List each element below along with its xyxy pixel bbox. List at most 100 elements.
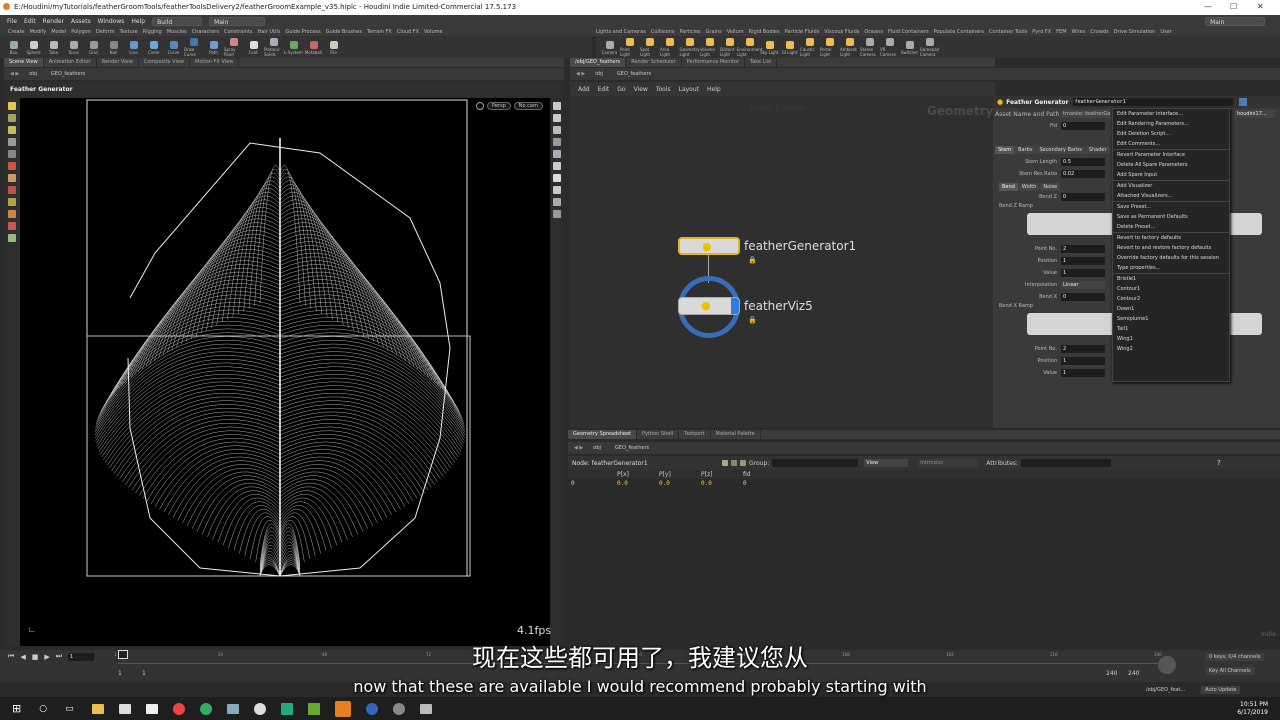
shelf-tool[interactable]: Spot Light — [640, 37, 659, 57]
interp-select[interactable]: Linear — [1061, 281, 1105, 289]
tab-animation-editor[interactable]: Animation Editor — [44, 58, 97, 67]
render-region-icon[interactable] — [8, 234, 16, 242]
key-icon[interactable] — [1158, 656, 1176, 674]
shelf-tool[interactable]: Line — [124, 40, 143, 55]
shelf-tab-right[interactable]: Particles — [679, 29, 700, 35]
end-frame-2[interactable]: 240 — [1128, 670, 1139, 677]
shelf-tool[interactable]: Grid — [84, 40, 103, 55]
network-menu-view[interactable]: View — [634, 86, 648, 93]
desktop-main-select[interactable]: Main — [209, 16, 266, 26]
shelf-tool[interactable]: L-System — [284, 40, 303, 55]
camera-menu[interactable]: No cam — [513, 102, 543, 110]
menu-assets[interactable]: Assets — [71, 18, 91, 25]
shelf-tool[interactable]: Torus — [64, 40, 83, 55]
handle-tool-icon[interactable] — [8, 126, 16, 134]
shelf-tool[interactable]: Metaball — [304, 40, 323, 55]
shelf-tab-right[interactable]: Fluid Containers — [888, 29, 929, 35]
shelf-tool[interactable]: Geometry Light — [680, 37, 699, 57]
shelf-tool[interactable]: Caustic Light — [800, 37, 819, 57]
tab-performance-monitor[interactable]: Performance Monitor — [682, 58, 745, 67]
transform-tool-icon[interactable] — [8, 114, 16, 122]
menu-help[interactable]: Help — [131, 18, 145, 25]
asset-version-field[interactable]: houdini17... — [1235, 110, 1275, 118]
context-menu-item[interactable]: Tail1 — [1113, 324, 1229, 334]
shelf-tool[interactable]: Sphere — [24, 40, 43, 55]
shelf-tab-left[interactable]: Model — [51, 29, 66, 35]
play-icon[interactable]: ▶ — [44, 653, 49, 661]
node-lock-icon[interactable]: 🔒 — [748, 316, 757, 324]
network-menu-tools[interactable]: Tools — [656, 86, 671, 93]
path-obj[interactable]: obj — [29, 71, 37, 77]
shelf-tool[interactable]: Spray Paint — [224, 37, 243, 57]
value-field[interactable]: 1 — [1061, 269, 1105, 277]
desktop-right-select[interactable]: Main — [1205, 16, 1266, 26]
current-frame-field[interactable]: 1 — [68, 652, 95, 661]
shelf-tool[interactable]: Circle — [144, 40, 163, 55]
tab-motion-fx-view[interactable]: Motion FX View — [190, 58, 240, 67]
context-menu-item[interactable]: Edit Comments... — [1113, 139, 1229, 149]
tab-secondary-barbs[interactable]: Secondary Barbs — [1036, 146, 1085, 154]
shelf-tool[interactable]: Null — [104, 40, 123, 55]
tab-barbs[interactable]: Barbs — [1015, 146, 1036, 154]
context-menu-item[interactable]: Save Preset... — [1113, 202, 1229, 212]
tab-render-scheduler[interactable]: Render Scheduler — [626, 58, 682, 67]
tab-bend[interactable]: Bend — [999, 183, 1018, 191]
wireframe-icon[interactable] — [553, 138, 561, 146]
shelf-tab-left[interactable]: Guide Brushes — [326, 29, 362, 35]
network-menu-go[interactable]: Go — [617, 86, 625, 93]
pointno2-field[interactable]: 2 — [1061, 345, 1105, 353]
spreadsheet-column-header[interactable]: P[z] — [698, 471, 740, 478]
shelf-tab-left[interactable]: Create — [8, 29, 25, 35]
shelf-tool[interactable]: Sky Light — [760, 40, 779, 55]
shelf-tool[interactable]: Area Light — [660, 37, 679, 57]
shelf-tab-right[interactable]: Oceans — [864, 29, 883, 35]
context-menu-item[interactable]: Type properties... — [1113, 263, 1229, 273]
rotate-tool-icon[interactable] — [8, 174, 16, 182]
shelf-tab-right[interactable]: Pyro FX — [1032, 29, 1051, 35]
network-back-icon[interactable]: ◀ ▶ — [576, 71, 585, 77]
shelf-tab-left[interactable]: Cloud FX — [397, 29, 419, 35]
group-field[interactable] — [772, 459, 859, 467]
view-tool-icon[interactable] — [8, 150, 16, 158]
shelf-tool[interactable]: Platonic Solids — [264, 37, 283, 57]
node-lock-icon[interactable]: 🔒 — [748, 256, 757, 264]
table-row[interactable]: 0 0.0 0.0 0.0 0 — [568, 479, 1280, 487]
minimize-icon[interactable]: — — [1204, 2, 1212, 11]
tab-shader[interactable]: Shader — [1085, 146, 1110, 154]
start-frame-2[interactable]: 1 — [142, 670, 166, 677]
vertex-icon[interactable] — [553, 186, 561, 194]
shelf-tab-right[interactable]: Particle Fluids — [785, 29, 820, 35]
spreadsheet-back-icon[interactable]: ◀ ▶ — [574, 445, 583, 451]
step-back-icon[interactable]: ◀ — [20, 653, 25, 661]
bendz-field[interactable]: 0 — [1061, 193, 1105, 201]
store-icon[interactable] — [118, 703, 131, 714]
chrome-icon[interactable] — [172, 702, 185, 715]
context-menu-item[interactable]: Revert to and restore factory defaults — [1113, 243, 1229, 253]
points-icon[interactable] — [722, 460, 728, 466]
asset-path-field[interactable]: tmanko::featherGe — [1061, 110, 1111, 118]
point-display-icon[interactable] — [553, 162, 561, 170]
houdini-taskbar-icon[interactable] — [334, 700, 351, 717]
app-folder-icon[interactable] — [226, 703, 239, 714]
tab-take-list[interactable]: Take List — [745, 58, 778, 67]
shelf-tab-left[interactable]: Constraints — [224, 29, 253, 35]
context-menu-item[interactable]: Edit Deletion Script... — [1113, 129, 1229, 139]
app-white-icon[interactable] — [253, 702, 266, 715]
photos-icon[interactable] — [419, 703, 432, 714]
network-menu-edit[interactable]: Edit — [598, 86, 610, 93]
shelf-tool[interactable]: Draw Curve — [184, 37, 203, 57]
pose-tool-icon[interactable] — [8, 138, 16, 146]
stem-length-field[interactable]: 0.5 — [1061, 158, 1105, 166]
shelf-tab-left[interactable]: Terrain FX — [367, 29, 392, 35]
tab-material-palette[interactable]: Material Palette — [711, 430, 761, 439]
shelf-tool[interactable]: VR Camera — [880, 37, 899, 57]
shelf-tab-right[interactable]: Collisions — [651, 29, 675, 35]
context-menu-item[interactable]: Delete Preset... — [1113, 222, 1229, 232]
spreadsheet-path-obj[interactable]: obj — [593, 445, 601, 451]
fid-field[interactable]: 0 — [1061, 122, 1105, 130]
end-frame[interactable]: 240 — [1106, 670, 1128, 677]
jump-start-icon[interactable]: ⏮ — [8, 652, 14, 661]
help-icon[interactable]: ? — [1217, 459, 1221, 467]
shelf-tab-left[interactable]: Modify — [30, 29, 47, 35]
path-geo[interactable]: GEO_feathers — [51, 71, 85, 77]
